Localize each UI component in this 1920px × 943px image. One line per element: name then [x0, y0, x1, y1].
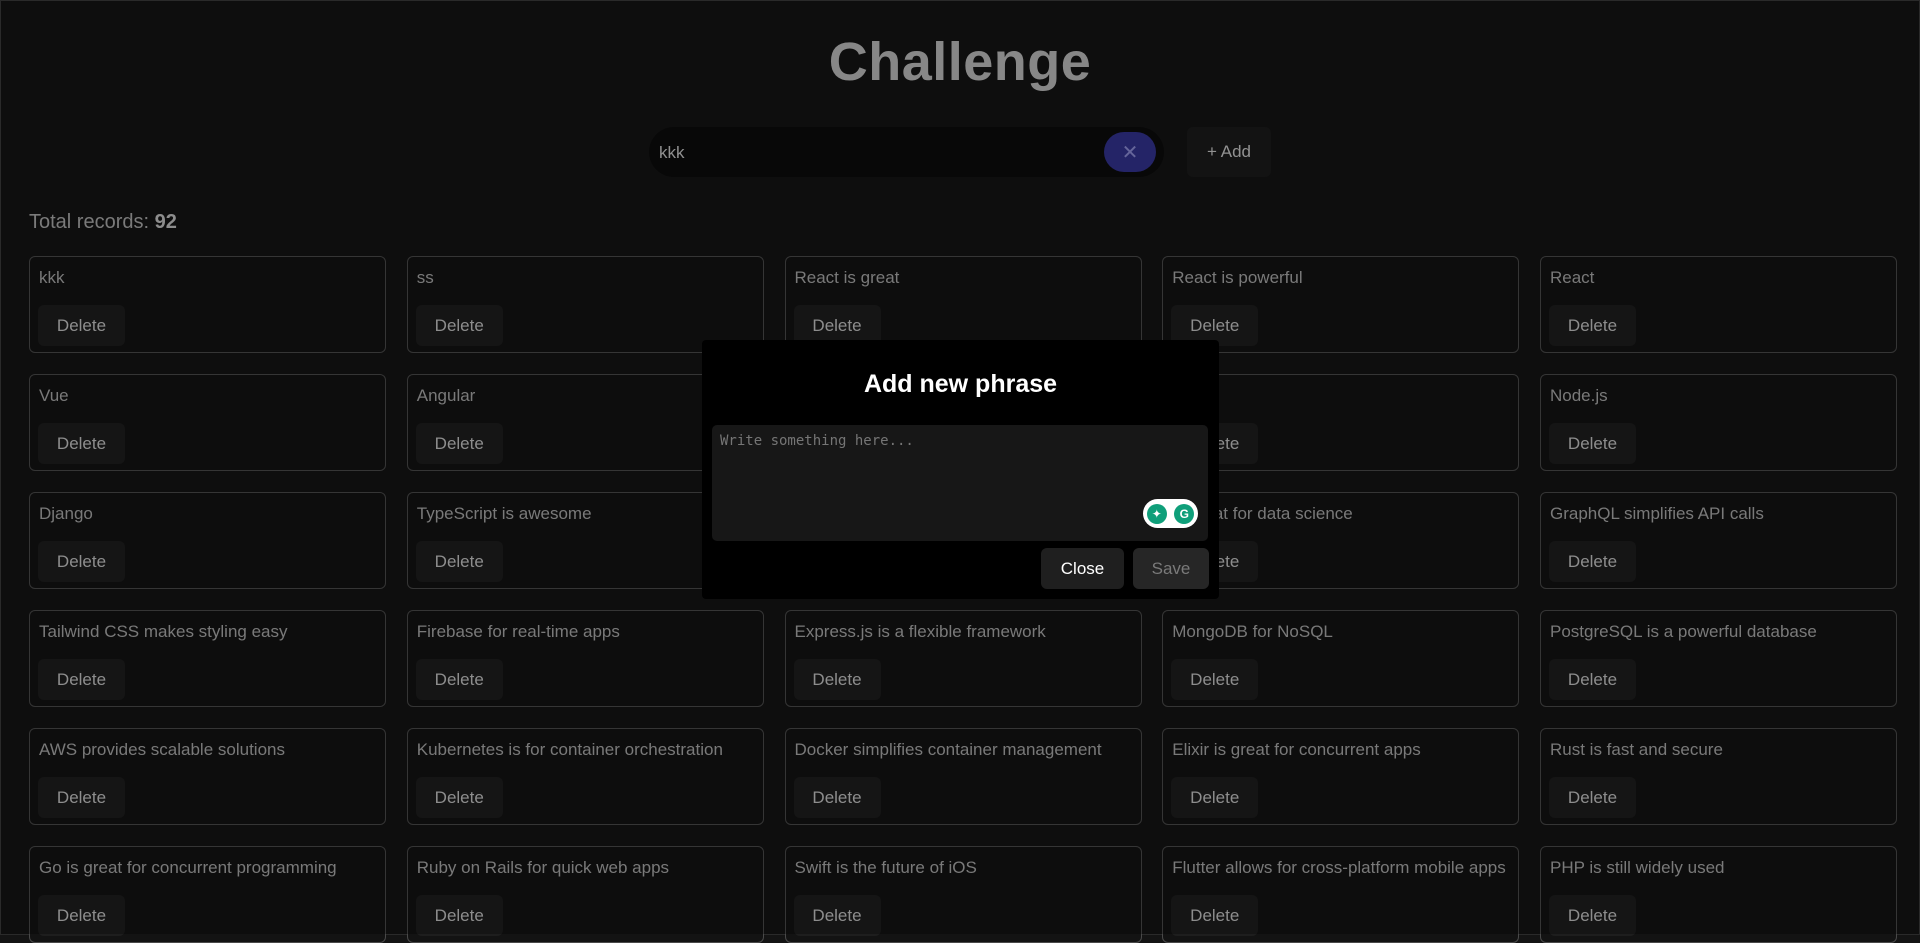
add-phrase-modal: Add new phrase ✦ G Close Save	[702, 340, 1219, 599]
lightbulb-icon[interactable]: ✦	[1146, 503, 1167, 524]
close-button[interactable]: Close	[1041, 548, 1124, 589]
modal-title: Add new phrase	[863, 370, 1058, 398]
page: Challenge ✕ + Add Total records: 92 kkkD…	[1, 1, 1919, 943]
grammarly-widget[interactable]: ✦ G	[1143, 499, 1198, 528]
phrase-textarea[interactable]	[712, 425, 1208, 541]
save-button[interactable]: Save	[1133, 548, 1209, 589]
grammarly-icon[interactable]: G	[1174, 503, 1195, 524]
